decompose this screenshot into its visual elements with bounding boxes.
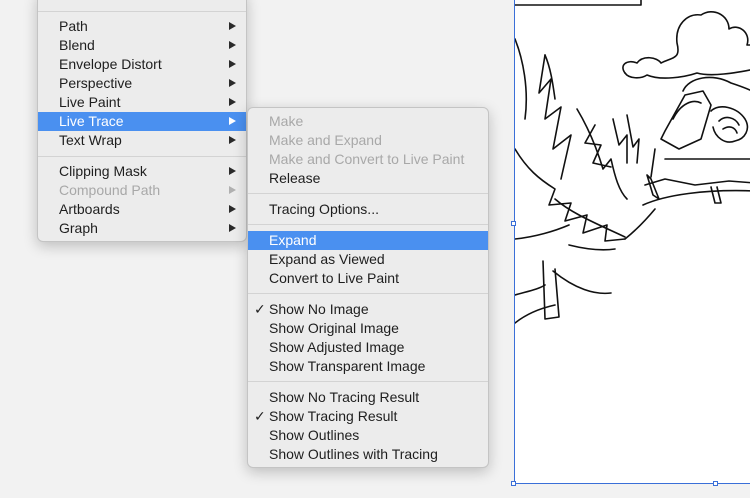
menu-item-label: Show Transparent Image xyxy=(269,358,426,374)
live-trace-item-show-no-tracing-result[interactable]: Show No Tracing Result xyxy=(248,388,488,407)
submenu-arrow-icon xyxy=(229,98,236,106)
menu-item-label: Tracing Options... xyxy=(269,201,379,217)
live-trace-item-expand[interactable]: Expand xyxy=(248,231,488,250)
menu-item-label: Show Tracing Result xyxy=(269,408,398,424)
menu-item-label: Text Wrap xyxy=(59,132,122,148)
menu-item-label: Expand as Viewed xyxy=(269,251,385,267)
submenu-arrow-icon xyxy=(229,41,236,49)
live-trace-item-show-outlines-with-tracing[interactable]: Show Outlines with Tracing xyxy=(248,445,488,464)
menu-separator xyxy=(248,381,488,382)
live-trace-item-show-outlines[interactable]: Show Outlines xyxy=(248,426,488,445)
menu-item-label: Perspective xyxy=(59,75,133,91)
menu-item-label: Show Outlines with Tracing xyxy=(269,446,438,462)
submenu-arrow-icon xyxy=(229,117,236,125)
live-trace-item-show-adjusted-image[interactable]: Show Adjusted Image xyxy=(248,338,488,357)
live-trace-item-make-and-expand: Make and Expand xyxy=(248,131,488,150)
menu-item-label: Show No Tracing Result xyxy=(269,389,420,405)
line-art-drawing xyxy=(515,0,750,324)
live-trace-item-make: Make xyxy=(248,112,488,131)
menu-item-label: Show Adjusted Image xyxy=(269,339,405,355)
menu-item-label: Live Paint xyxy=(59,94,121,110)
menu-separator xyxy=(38,156,246,157)
object-menu-item-envelope-distort[interactable]: Envelope Distort xyxy=(38,55,246,74)
submenu-arrow-icon xyxy=(229,79,236,87)
menu-item-label: Make and Expand xyxy=(269,132,382,148)
menu-item-label: Convert to Live Paint xyxy=(269,270,399,286)
object-menu-item-compound-path: Compound Path xyxy=(38,181,246,200)
menu-separator xyxy=(248,224,488,225)
menu-item-label: Envelope Distort xyxy=(59,56,162,72)
object-menu-item-path[interactable]: Path xyxy=(38,17,246,36)
submenu-arrow-icon xyxy=(229,22,236,30)
live-trace-item-show-no-image[interactable]: ✓ Show No Image xyxy=(248,300,488,319)
live-trace-item-tracing-options[interactable]: Tracing Options... xyxy=(248,200,488,219)
checkmark-icon: ✓ xyxy=(254,408,266,424)
artboard-canvas[interactable] xyxy=(514,0,750,484)
submenu-arrow-icon xyxy=(229,167,236,175)
menu-item-label: Graph xyxy=(59,220,98,236)
live-trace-item-show-transparent-image[interactable]: Show Transparent Image xyxy=(248,357,488,376)
menu-item-label: Path xyxy=(59,18,88,34)
menu-item-label: Show Original Image xyxy=(269,320,399,336)
menu-item-label: Expand xyxy=(269,232,317,248)
object-menu-item-artboards[interactable]: Artboards xyxy=(38,200,246,219)
selection-handle-bottom[interactable] xyxy=(713,481,718,486)
checkmark-icon: ✓ xyxy=(254,301,266,317)
object-menu-item-live-trace[interactable]: Live Trace xyxy=(38,112,246,131)
menu-separator xyxy=(248,193,488,194)
live-trace-submenu: Make Make and Expand Make and Convert to L… xyxy=(247,107,489,468)
menu-item-label: Compound Path xyxy=(59,182,161,198)
menu-item-label: Make and Convert to Live Paint xyxy=(269,151,465,167)
live-trace-item-release[interactable]: Release xyxy=(248,169,488,188)
live-trace-item-show-tracing-result[interactable]: ✓ Show Tracing Result xyxy=(248,407,488,426)
submenu-arrow-icon xyxy=(229,186,236,194)
object-menu-item-graph[interactable]: Graph xyxy=(38,219,246,238)
live-trace-item-convert-to-live-paint[interactable]: Convert to Live Paint xyxy=(248,269,488,288)
submenu-arrow-icon xyxy=(229,136,236,144)
object-menu-item-clipping-mask[interactable]: Clipping Mask xyxy=(38,162,246,181)
object-menu-item-perspective[interactable]: Perspective xyxy=(38,74,246,93)
selection-handle-bottom-left[interactable] xyxy=(511,481,516,486)
object-menu-item-text-wrap[interactable]: Text Wrap xyxy=(38,131,246,150)
live-trace-item-make-and-convert-to-live-paint: Make and Convert to Live Paint xyxy=(248,150,488,169)
menu-item-label: Make xyxy=(269,113,304,129)
menu-item-label: Show No Image xyxy=(269,301,369,317)
menu-item-label: Clipping Mask xyxy=(59,163,147,179)
menu-item-label: Blend xyxy=(59,37,95,53)
object-menu: Path Blend Envelope Distort Perspective Live… xyxy=(37,0,247,242)
object-menu-item-blend[interactable]: Blend xyxy=(38,36,246,55)
object-menu-item-live-paint[interactable]: Live Paint xyxy=(38,93,246,112)
menu-separator xyxy=(248,293,488,294)
selection-handle-left[interactable] xyxy=(511,221,516,226)
menu-separator xyxy=(38,11,246,12)
menu-item-label: Live Trace xyxy=(59,113,124,129)
live-trace-item-show-original-image[interactable]: Show Original Image xyxy=(248,319,488,338)
submenu-arrow-icon xyxy=(229,205,236,213)
live-trace-item-expand-as-viewed[interactable]: Expand as Viewed xyxy=(248,250,488,269)
submenu-arrow-icon xyxy=(229,60,236,68)
menu-item-label: Artboards xyxy=(59,201,120,217)
menu-item-label: Release xyxy=(269,170,321,186)
submenu-arrow-icon xyxy=(229,224,236,232)
menu-item-label: Show Outlines xyxy=(269,427,360,443)
